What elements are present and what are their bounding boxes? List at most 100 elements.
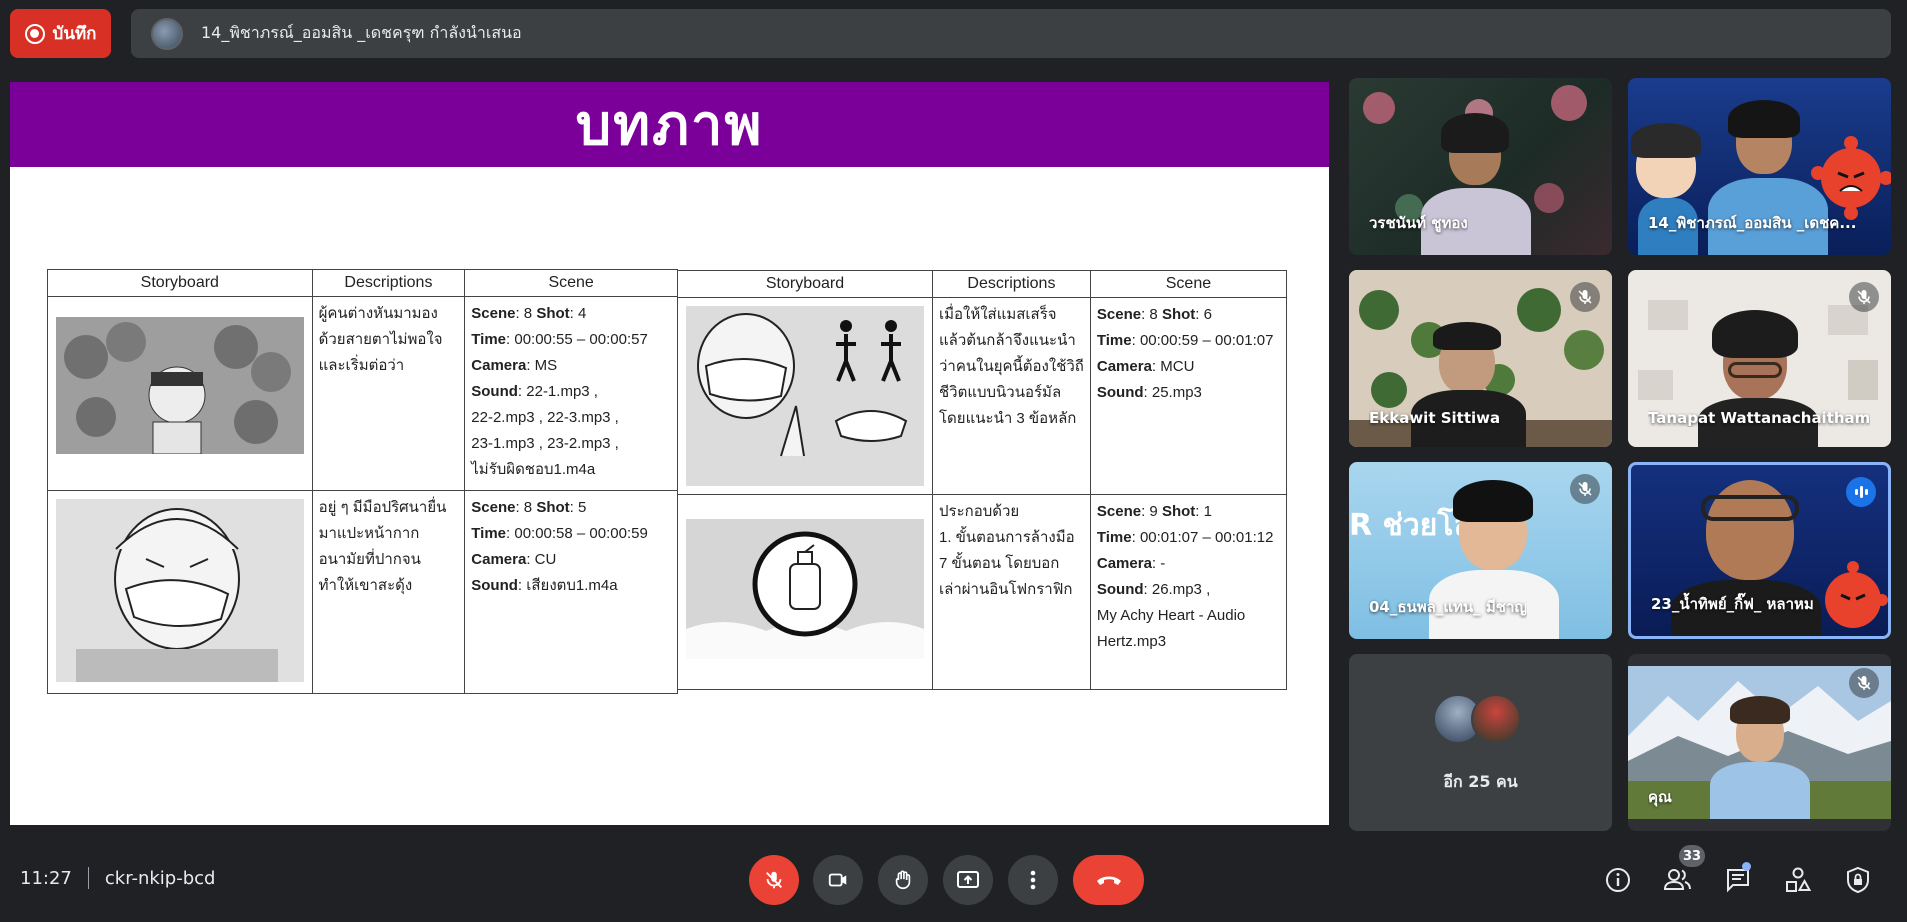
participant-name: วรชนันท์ ชูทอง xyxy=(1369,214,1468,232)
description-line: แล้วต้นกล้าจึงแนะนำ xyxy=(939,332,1076,349)
shot-number: : 4 xyxy=(569,305,587,322)
mic-off-icon xyxy=(1570,282,1600,312)
present-icon xyxy=(957,871,979,888)
time-value: : 00:00:59 – 00:01:07 xyxy=(1131,332,1274,349)
table-header: Scene xyxy=(464,269,678,297)
activities-icon xyxy=(1786,867,1812,892)
meeting-code: ckr-nkip-bcd xyxy=(104,867,216,889)
sound-value: : 22-1.mp3 , xyxy=(517,383,598,400)
more-options-button[interactable] xyxy=(1008,855,1058,905)
sound-value: : เสียงตบ1.m4a xyxy=(517,577,618,594)
end-call-icon xyxy=(1096,876,1121,885)
table-header: Storyboard xyxy=(677,270,933,298)
scene-label: Scene xyxy=(1096,503,1142,520)
participant-tile[interactable]: Tanapat Wattanachaitham xyxy=(1628,270,1891,447)
sound-value: Hertz.mp3 xyxy=(1096,633,1167,650)
participant-name: Tanapat Wattanachaitham xyxy=(1648,409,1871,427)
shot-number: : 5 xyxy=(569,499,587,516)
table-row: อยู่ ๆ มีมือปริศนายื่น มาแปะหน้ากาก อนาม… xyxy=(47,490,678,694)
sound-value: : 26.mp3 , xyxy=(1143,581,1211,598)
hand-icon xyxy=(895,870,911,890)
more-icon xyxy=(1030,870,1036,890)
scene-label: Scene xyxy=(471,305,516,322)
table-row: ประกอบด้วย 1. ขั้นตอนการล้างมือ 7 ขั้นตอ… xyxy=(677,494,1288,690)
host-controls-icon xyxy=(1847,866,1869,894)
scene-label: Scene xyxy=(471,499,516,516)
camera-icon xyxy=(828,873,847,887)
camera-value: : MS xyxy=(526,357,558,374)
participant-tile[interactable]: R ช่วยโล 04_ธนพล_แทน_ มีชาญ xyxy=(1349,462,1612,639)
leave-call-button[interactable] xyxy=(1073,855,1144,905)
participant-name: คุณ xyxy=(1648,788,1672,806)
sound-value: ไม่รับผิดชอบ1.m4a xyxy=(471,461,596,478)
glasses xyxy=(1701,495,1799,521)
sound-value: My Achy Heart - Audio xyxy=(1096,607,1246,624)
time-label: Time xyxy=(1096,332,1132,349)
camera-label: Camera xyxy=(471,551,527,568)
present-now-button[interactable] xyxy=(943,855,993,905)
participant-tile[interactable]: วรชนันท์ ชูทอง xyxy=(1349,78,1612,255)
description-line: ประกอบด้วย xyxy=(939,503,1020,520)
shot-number: : 1 xyxy=(1195,503,1212,520)
storyboard-table-left: Storyboard Descriptions Scene ผู้คนต่างห… xyxy=(47,269,678,694)
people-button[interactable] xyxy=(1660,862,1696,898)
description-line: และเริ่มต่อว่า xyxy=(318,357,405,374)
storyboard-image xyxy=(47,490,313,694)
meeting-time: 11:27 xyxy=(20,867,72,889)
shot-number: : 6 xyxy=(1195,306,1212,323)
mic-off-icon xyxy=(1849,668,1879,698)
mic-off-icon xyxy=(1570,474,1600,504)
sound-value: : 25.mp3 xyxy=(1143,384,1202,401)
scene-label: Scene xyxy=(1096,306,1142,323)
storyboard-image xyxy=(47,296,313,491)
sound-label: Sound xyxy=(1096,384,1144,401)
raise-hand-button[interactable] xyxy=(878,855,928,905)
description-line: โดยแนะนำ 3 ข้อหลัก xyxy=(939,410,1077,427)
participant-tile-active-speaker[interactable]: 23_น้ำทิพย์_กิ๊ฟ_ หลาหม xyxy=(1628,462,1891,639)
shot-label: Shot xyxy=(1161,306,1196,323)
people-count-badge: 33 xyxy=(1679,845,1705,867)
speaking-indicator-icon xyxy=(1846,477,1876,507)
participant-tile[interactable]: 14_พิชาภรณ์_ออมสิน _เดชค... xyxy=(1628,78,1891,255)
mic-off-icon xyxy=(1849,282,1879,312)
divider xyxy=(87,867,89,889)
participant-overflow-tile[interactable]: อีก 25 คน xyxy=(1349,654,1612,831)
shared-presentation: บทภาพ Storyboard Descriptions Scene ผู้ค… xyxy=(10,82,1329,825)
storyboard-image xyxy=(677,494,933,690)
presenting-banner: 14_พิชาภรณ์_ออมสิน _เดชครุฑ กำลังนำเสนอ xyxy=(131,9,1891,58)
camera-toggle-button[interactable] xyxy=(813,855,863,905)
record-icon xyxy=(24,23,45,44)
shot-label: Shot xyxy=(536,305,570,322)
sound-label: Sound xyxy=(471,577,518,594)
storyboard-table-right: Storyboard Descriptions Scene เมื่อให้ใส… xyxy=(677,270,1288,690)
info-icon xyxy=(1606,868,1630,892)
table-header: Storyboard xyxy=(47,269,313,297)
description-line: เมื่อให้ใส่แมสเสร็จ xyxy=(939,306,1057,323)
meeting-info-button[interactable] xyxy=(1600,862,1636,898)
self-view-tile[interactable]: คุณ xyxy=(1628,654,1891,831)
time-value: : 00:00:58 – 00:00:59 xyxy=(506,525,648,542)
description-line: ทำให้เขาสะดุ้ง xyxy=(318,577,413,594)
participant-name: Ekkawit Sittiwa xyxy=(1369,409,1501,427)
virus-sticker xyxy=(1825,561,1888,628)
participant-tile[interactable]: Ekkawit Sittiwa xyxy=(1349,270,1612,447)
activities-button[interactable] xyxy=(1780,862,1816,898)
mic-toggle-button[interactable] xyxy=(749,855,799,905)
time-label: Time xyxy=(1096,529,1132,546)
table-header: Descriptions xyxy=(932,270,1091,298)
time-label: Time xyxy=(471,525,507,542)
description-line: ชีวิตแบบนิวนอร์มัล xyxy=(939,384,1062,401)
chat-notification-dot xyxy=(1742,862,1751,871)
host-controls-button[interactable] xyxy=(1840,862,1876,898)
record-button[interactable]: บันทึก xyxy=(10,9,111,58)
shot-label: Shot xyxy=(536,499,570,516)
description-line: ผู้คนต่างหันมามอง xyxy=(318,305,438,322)
scene-number: : 8 xyxy=(515,305,533,322)
camera-label: Camera xyxy=(471,357,527,374)
table-header: Scene xyxy=(1089,270,1288,298)
sound-label: Sound xyxy=(1096,581,1144,598)
description-line: 7 ขั้นตอน โดยบอก xyxy=(939,555,1060,572)
time-label: Time xyxy=(471,331,507,348)
camera-value: : - xyxy=(1151,555,1166,572)
participant-name: 14_พิชาภรณ์_ออมสิน _เดชค... xyxy=(1648,214,1857,232)
